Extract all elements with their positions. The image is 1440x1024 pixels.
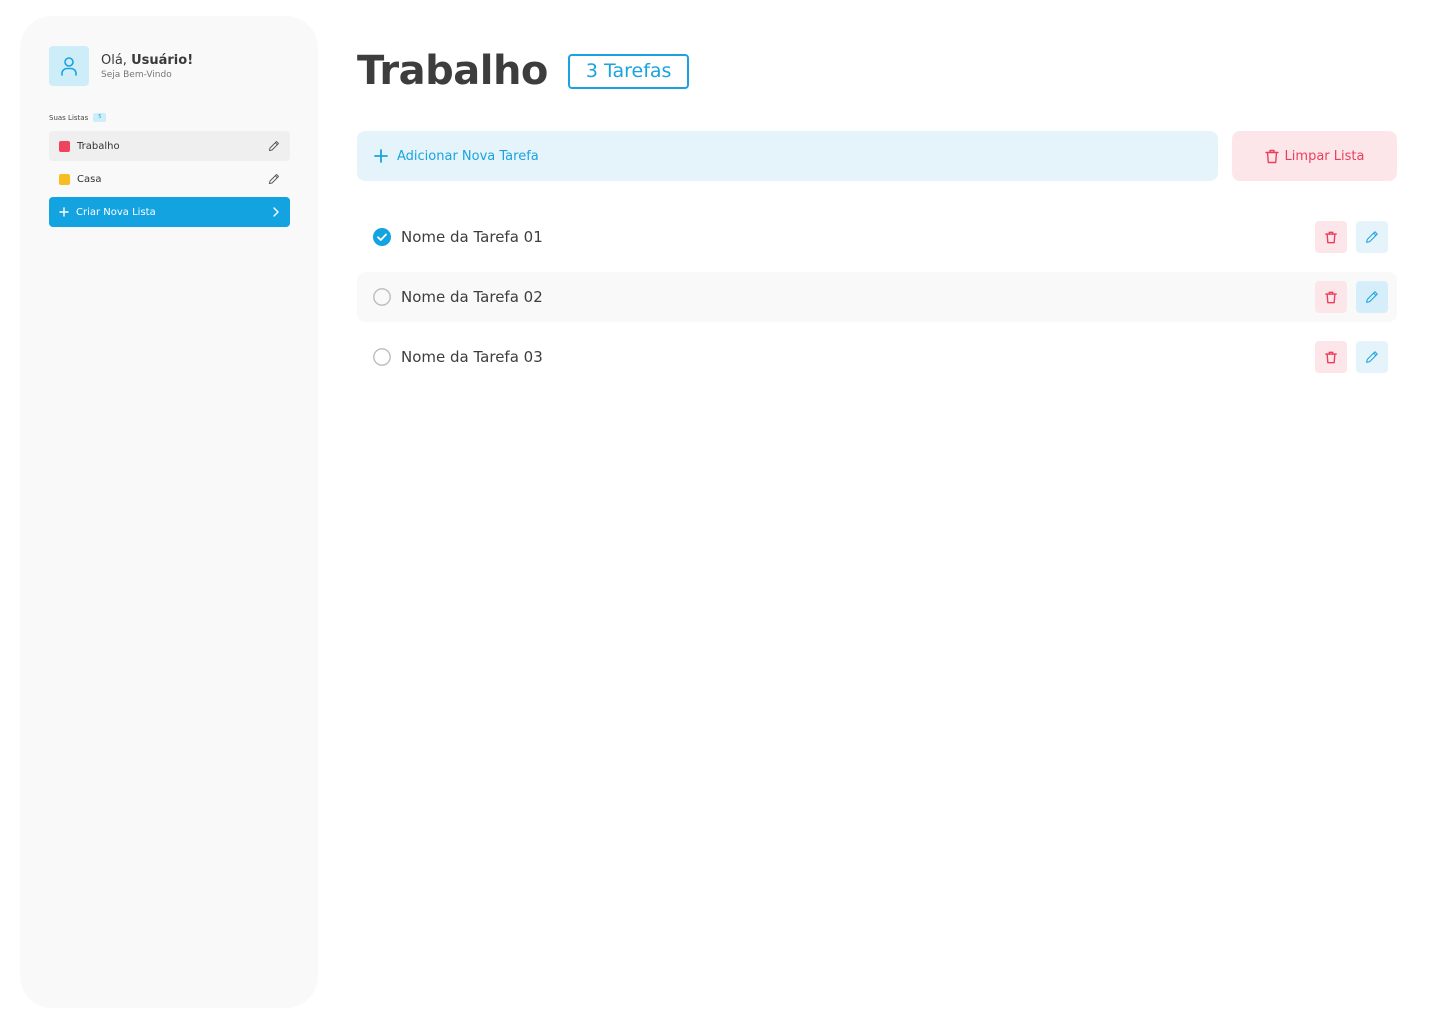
checkbox-checked-icon[interactable]: [373, 228, 391, 246]
task-count-badge: 3 Tarefas: [567, 53, 690, 89]
welcome-text: Seja Bem-Vindo: [101, 69, 172, 80]
delete-task-button[interactable]: [1315, 341, 1347, 373]
user-icon: [61, 57, 77, 76]
checkbox-empty-icon[interactable]: [373, 288, 391, 306]
sidebar-item-casa[interactable]: Casa: [49, 164, 290, 194]
task-name: Nome da Tarefa 02: [401, 288, 543, 306]
plus-icon: [59, 207, 69, 217]
list-color-swatch: [59, 173, 70, 185]
sidebar: Olá, Usuário! Seja Bem-Vindo Suas Listas…: [20, 16, 318, 1008]
delete-task-button[interactable]: [1315, 221, 1347, 253]
trash-icon: [1325, 231, 1337, 243]
delete-task-button[interactable]: [1315, 281, 1347, 313]
task-name: Nome da Tarefa 01: [401, 228, 543, 246]
trash-icon: [1325, 291, 1337, 303]
edit-task-button[interactable]: [1356, 341, 1388, 373]
task-row: Nome da Tarefa 02: [357, 272, 1397, 322]
pencil-icon: [1366, 231, 1378, 243]
task-row: Nome da Tarefa 01: [357, 212, 1397, 262]
plus-icon: [374, 149, 388, 163]
sidebar-item-trabalho[interactable]: Trabalho: [49, 131, 290, 161]
user-name: Usuário!: [131, 52, 194, 68]
lists-title: Suas Listas: [49, 113, 89, 122]
sidebar-item-label: Casa: [77, 173, 102, 185]
pencil-icon[interactable]: [268, 173, 280, 185]
sidebar-item-label: Trabalho: [77, 140, 120, 152]
add-task-button[interactable]: Adicionar Nova Tarefa: [357, 131, 1218, 181]
pencil-icon: [1366, 351, 1378, 363]
create-list-label: Criar Nova Lista: [76, 206, 156, 218]
task-name: Nome da Tarefa 03: [401, 348, 543, 366]
trash-icon: [1325, 351, 1337, 363]
user-block: Olá, Usuário! Seja Bem-Vindo: [49, 46, 193, 86]
page-title: Trabalho: [357, 48, 548, 94]
lists-header: Suas Listas 5: [49, 113, 107, 122]
greeting-prefix: Olá,: [101, 52, 132, 68]
edit-task-button[interactable]: [1356, 281, 1388, 313]
greeting: Olá, Usuário!: [101, 53, 193, 69]
create-list-button[interactable]: Criar Nova Lista: [49, 197, 290, 227]
chevron-right-icon: [273, 207, 279, 217]
pencil-icon: [1366, 291, 1378, 303]
page-header: Trabalho 3 Tarefas: [357, 48, 690, 94]
pencil-icon[interactable]: [268, 140, 280, 152]
edit-task-button[interactable]: [1356, 221, 1388, 253]
user-text: Olá, Usuário! Seja Bem-Vindo: [101, 53, 193, 80]
avatar[interactable]: [49, 46, 89, 86]
clear-list-button[interactable]: Limpar Lista: [1232, 131, 1397, 181]
trash-icon: [1264, 149, 1279, 163]
task-row: Nome da Tarefa 03: [357, 332, 1397, 382]
add-task-label: Adicionar Nova Tarefa: [397, 148, 539, 164]
lists-count-badge: 5: [93, 113, 107, 122]
list-color-swatch: [59, 140, 70, 152]
checkbox-empty-icon[interactable]: [373, 348, 391, 366]
clear-list-label: Limpar Lista: [1284, 148, 1365, 164]
